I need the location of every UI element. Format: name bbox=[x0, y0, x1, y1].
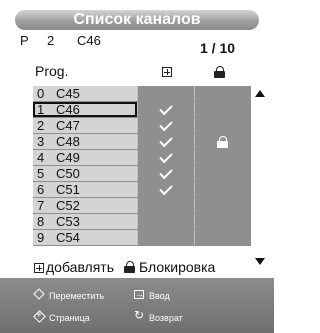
help-enter-label: Ввод bbox=[149, 291, 170, 301]
channel-number: 4 bbox=[37, 150, 45, 165]
lock-column-lock-icon bbox=[212, 64, 228, 80]
table-row[interactable]: 4 C49 bbox=[33, 149, 251, 166]
lock-toggle-cell[interactable] bbox=[194, 86, 251, 101]
program-number: 2 bbox=[47, 33, 55, 48]
table-row[interactable]: 5 C50 bbox=[33, 165, 251, 182]
lock-toggle-cell[interactable] bbox=[194, 118, 251, 133]
channel-name-cell[interactable]: 8 C53 bbox=[33, 214, 137, 229]
channel-number: 8 bbox=[37, 214, 45, 229]
plus-box-icon bbox=[34, 263, 44, 273]
add-toggle-cell[interactable] bbox=[137, 149, 194, 165]
channel-label: C51 bbox=[56, 182, 80, 197]
channel-name-cell[interactable]: 6 C51 bbox=[33, 182, 137, 197]
channel-label: C48 bbox=[56, 134, 80, 149]
checkmark-icon bbox=[159, 181, 173, 195]
lock-toggle-cell[interactable] bbox=[194, 214, 251, 229]
help-bar: Переместить Ввод Страница Возврат bbox=[0, 278, 274, 333]
channel-name: C46 bbox=[77, 33, 101, 48]
channel-label: C46 bbox=[56, 102, 80, 117]
mode-label: P bbox=[20, 33, 29, 48]
lock-icon bbox=[124, 261, 136, 273]
return-icon bbox=[134, 309, 146, 323]
table-row[interactable]: 6 C51 bbox=[33, 181, 251, 198]
scroll-up-arrow-icon[interactable] bbox=[255, 90, 265, 97]
channel-name-cell[interactable]: 7 C52 bbox=[33, 198, 137, 213]
page-arrows-icon bbox=[34, 310, 46, 323]
help-move-label: Переместить bbox=[49, 291, 105, 301]
column-header-prog: Prog. bbox=[35, 63, 69, 79]
lock-toggle-cell[interactable] bbox=[194, 134, 251, 149]
table-row[interactable]: 2 C47 bbox=[33, 117, 251, 134]
channel-number: 9 bbox=[37, 230, 45, 245]
channel-number: 1 bbox=[37, 102, 45, 117]
checkmark-icon bbox=[159, 133, 173, 147]
channel-number: 5 bbox=[37, 166, 45, 181]
add-toggle-cell[interactable] bbox=[137, 117, 194, 133]
channel-label: C50 bbox=[56, 166, 80, 181]
channel-number: 3 bbox=[37, 134, 45, 149]
add-toggle-cell[interactable] bbox=[137, 198, 194, 213]
help-page-label: Страница bbox=[49, 313, 90, 323]
channel-number: 0 bbox=[37, 86, 45, 101]
channel-name-cell[interactable]: 3 C48 bbox=[33, 134, 137, 149]
lock-toggle-cell[interactable] bbox=[194, 230, 251, 245]
help-page: Страница bbox=[34, 310, 90, 324]
page-title: Список каналов bbox=[15, 10, 259, 30]
add-toggle-cell[interactable] bbox=[137, 230, 194, 245]
add-column-plus-box-icon bbox=[159, 64, 175, 80]
legend-add-label: добавлять bbox=[46, 259, 115, 275]
help-return-label: Возврат bbox=[149, 313, 183, 323]
channel-number: 2 bbox=[37, 118, 45, 133]
move-arrows-icon bbox=[34, 289, 46, 301]
channel-name-cell[interactable]: 4 C49 bbox=[33, 150, 137, 165]
page-indicator: 1 / 10 bbox=[200, 40, 236, 56]
channel-label: C53 bbox=[56, 214, 80, 229]
channel-label: C45 bbox=[56, 86, 80, 101]
table-row[interactable]: 8 C53 bbox=[33, 214, 251, 230]
channel-name-cell[interactable]: 5 C50 bbox=[33, 166, 137, 181]
table-row[interactable]: 0 C45 bbox=[33, 86, 251, 102]
enter-icon bbox=[134, 288, 146, 301]
channel-name-cell[interactable]: 2 C47 bbox=[33, 118, 137, 133]
channel-label: C52 bbox=[56, 198, 80, 213]
channel-label: C54 bbox=[56, 230, 80, 245]
channel-name-cell[interactable]: 0 C45 bbox=[33, 86, 137, 101]
lock-toggle-cell[interactable] bbox=[194, 198, 251, 213]
channel-name-cell[interactable]: 9 C54 bbox=[33, 230, 137, 245]
add-toggle-cell[interactable] bbox=[137, 181, 194, 197]
channel-list-osd: Список каналов P 2 C46 1 / 10 Prog. 0 C45… bbox=[0, 0, 274, 333]
channel-label: C49 bbox=[56, 150, 80, 165]
lock-toggle-cell[interactable] bbox=[194, 150, 251, 165]
channel-table: 0 C45 1 C46 2 C47 3 C48 4 C49 5 C50 6 C51 7 C52 8 C53 9 C54 bbox=[33, 86, 251, 246]
add-toggle-cell[interactable] bbox=[137, 165, 194, 181]
legend-lock-label: Блокировка bbox=[139, 259, 216, 275]
checkmark-icon bbox=[159, 165, 173, 179]
checkmark-icon bbox=[159, 117, 173, 131]
channel-number: 7 bbox=[37, 198, 45, 213]
help-return: Возврат bbox=[134, 309, 183, 324]
lock-toggle-cell[interactable] bbox=[194, 182, 251, 197]
table-row[interactable]: 1 C46 bbox=[33, 101, 251, 118]
channel-number: 6 bbox=[37, 182, 45, 197]
table-row[interactable]: 3 C48 bbox=[33, 133, 251, 150]
channel-label: C47 bbox=[56, 118, 80, 133]
lock-toggle-cell[interactable] bbox=[194, 102, 251, 117]
table-row[interactable]: 9 C54 bbox=[33, 230, 251, 246]
help-enter: Ввод bbox=[134, 288, 170, 302]
channel-name-cell[interactable]: 1 C46 bbox=[33, 102, 137, 117]
add-toggle-cell[interactable] bbox=[137, 101, 194, 117]
add-toggle-cell[interactable] bbox=[137, 214, 194, 229]
lock-toggle-cell[interactable] bbox=[194, 166, 251, 181]
checkmark-icon bbox=[159, 149, 173, 163]
table-row[interactable]: 7 C52 bbox=[33, 198, 251, 214]
help-move: Переместить bbox=[34, 289, 104, 302]
add-toggle-cell[interactable] bbox=[137, 133, 194, 149]
scroll-down-arrow-icon[interactable] bbox=[255, 258, 265, 265]
add-toggle-cell[interactable] bbox=[137, 86, 194, 101]
lock-icon bbox=[217, 135, 229, 148]
checkmark-icon bbox=[159, 101, 173, 115]
legend: добавлять Блокировка bbox=[34, 259, 215, 275]
